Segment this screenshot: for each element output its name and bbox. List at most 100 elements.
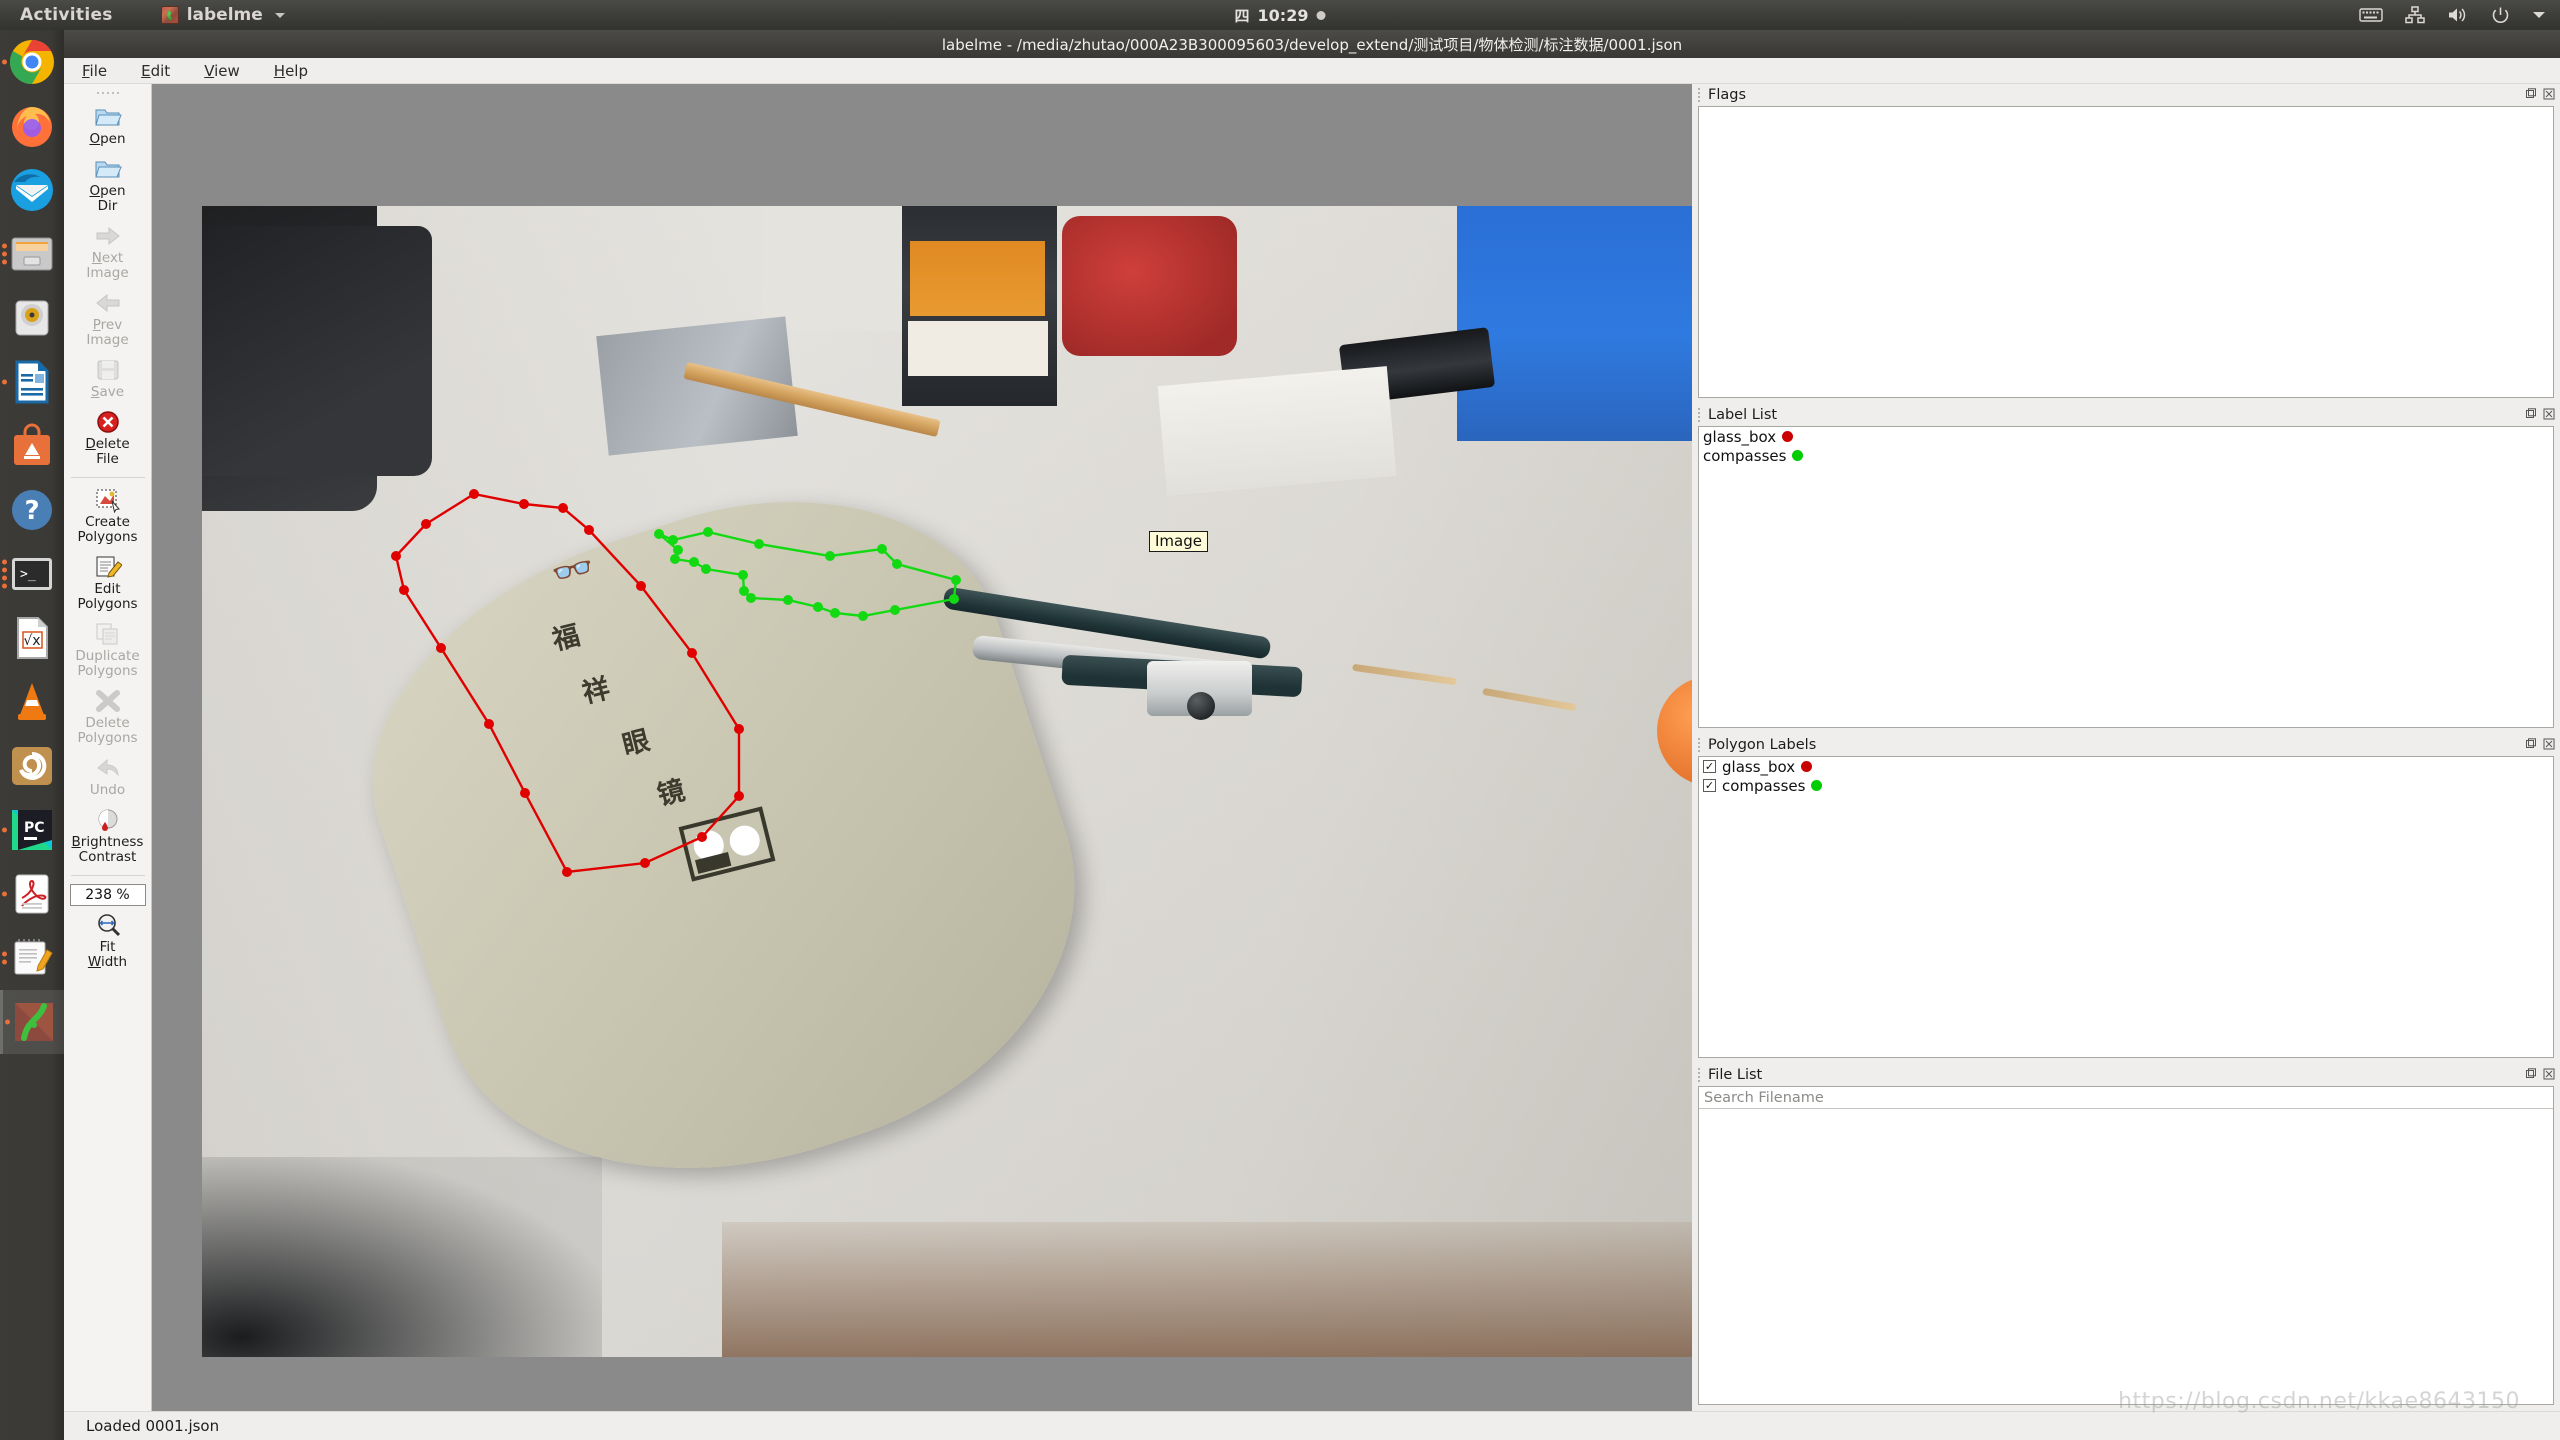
polygon-vertex[interactable] <box>877 544 887 554</box>
polygon-vertex[interactable] <box>399 585 409 595</box>
visibility-checkbox[interactable]: ✓ <box>1703 779 1716 792</box>
search-filename-input[interactable]: Search Filename <box>1699 1087 2553 1109</box>
polygon-vertex[interactable] <box>739 586 749 596</box>
polygon-vertex[interactable] <box>892 559 902 569</box>
float-icon[interactable] <box>2524 1067 2538 1081</box>
float-icon[interactable] <box>2524 407 2538 421</box>
panel-grip-icon[interactable] <box>1698 738 1704 752</box>
list-item[interactable]: ✓ glass_box <box>1699 757 2553 776</box>
polygon-vertex[interactable] <box>391 551 401 561</box>
polygon-vertex[interactable] <box>436 643 446 653</box>
polygon-vertex[interactable] <box>673 545 683 555</box>
polygon-vertex[interactable] <box>584 525 594 535</box>
polygon-vertex[interactable] <box>689 557 699 567</box>
activities-button[interactable]: Activities <box>20 5 113 25</box>
polygon-vertex[interactable] <box>670 554 680 564</box>
panel-grip-icon[interactable] <box>1698 408 1704 422</box>
tool-open-dir[interactable]: Open Dir <box>65 152 151 219</box>
close-icon[interactable] <box>2542 87 2556 101</box>
polygon-labels-list[interactable]: ✓ glass_box ✓ compasses <box>1698 756 2554 1058</box>
launcher-item-rhythmbox[interactable] <box>0 286 64 350</box>
polygon-vertex[interactable] <box>825 551 835 561</box>
keyboard-icon[interactable] <box>2359 7 2383 23</box>
tool-fit-width[interactable]: Fit Width <box>65 908 151 975</box>
launcher-item-libreoffice-math[interactable]: √x <box>0 606 64 670</box>
polygon-vertex[interactable] <box>668 535 678 545</box>
polygon-outline[interactable] <box>394 492 741 874</box>
polygon-vertex[interactable] <box>830 608 840 618</box>
canvas-scroll-region[interactable]: 👓 福 祥 眼 镜 Image <box>152 84 1692 1411</box>
launcher-item-terminal[interactable]: >_ <box>0 542 64 606</box>
polygon-vertex[interactable] <box>783 595 793 605</box>
polygon-vertex[interactable] <box>469 489 479 499</box>
launcher-item-text-editor[interactable] <box>0 926 64 990</box>
tool-brightness-contrast[interactable]: Brightness Contrast <box>65 803 151 870</box>
polygon-vertex[interactable] <box>701 564 711 574</box>
launcher-item-google-chrome[interactable] <box>0 30 64 94</box>
launcher-item-labelme[interactable] <box>0 990 64 1054</box>
menu-help[interactable]: Help <box>268 60 314 82</box>
launcher-item-thunderbird[interactable] <box>0 158 64 222</box>
polygon-vertex[interactable] <box>562 867 572 877</box>
network-icon[interactable] <box>2405 6 2425 24</box>
polygon-vertex[interactable] <box>519 499 529 509</box>
polygon-vertex[interactable] <box>687 648 697 658</box>
tool-open[interactable]: Open <box>65 100 151 152</box>
launcher-item-libreoffice-writer[interactable] <box>0 350 64 414</box>
tool-edit-polygons[interactable]: Edit Polygons <box>65 550 151 617</box>
list-item[interactable]: glass_box <box>1699 427 2553 446</box>
menu-view[interactable]: View <box>198 60 246 82</box>
tool-delete-file[interactable]: Delete File <box>65 405 151 472</box>
polygon-vertex[interactable] <box>754 539 764 549</box>
float-icon[interactable] <box>2524 87 2538 101</box>
launcher-item-firefox[interactable] <box>0 94 64 158</box>
list-item[interactable]: compasses <box>1699 446 2553 465</box>
polygon-vertex[interactable] <box>949 594 959 604</box>
label-list[interactable]: glass_box compasses <box>1698 426 2554 728</box>
tool-create-polygons[interactable]: Create Polygons <box>65 483 151 550</box>
app-menu[interactable]: labelme <box>160 5 285 25</box>
polygon-vertex[interactable] <box>484 719 494 729</box>
list-item[interactable]: ✓ compasses <box>1699 776 2553 795</box>
polygon-outline[interactable] <box>658 530 958 618</box>
launcher-item-ubuntu-software[interactable] <box>0 414 64 478</box>
polygon-vertex[interactable] <box>421 519 431 529</box>
polygon-vertex[interactable] <box>703 527 713 537</box>
polygon-vertex[interactable] <box>890 605 900 615</box>
polygon-vertex[interactable] <box>734 724 744 734</box>
clock-indicator[interactable]: 四 10:29 <box>1235 5 1326 26</box>
polygon-vertex[interactable] <box>520 788 530 798</box>
polygon-shape-compasses[interactable] <box>654 527 961 621</box>
chevron-down-icon[interactable] <box>2532 10 2546 20</box>
toolbar-grip[interactable] <box>88 88 128 98</box>
launcher-item-help[interactable]: ? <box>0 478 64 542</box>
polygon-vertex[interactable] <box>558 503 568 513</box>
polygon-shape-glass_box[interactable] <box>391 489 744 877</box>
polygon-vertex[interactable] <box>858 611 868 621</box>
power-icon[interactable] <box>2491 6 2510 25</box>
close-icon[interactable] <box>2542 1067 2556 1081</box>
visibility-checkbox[interactable]: ✓ <box>1703 760 1716 773</box>
annotated-image[interactable]: 👓 福 祥 眼 镜 Image <box>202 206 1692 1357</box>
file-list-body[interactable]: Search Filename <box>1698 1086 2554 1405</box>
volume-icon[interactable] <box>2447 6 2469 24</box>
close-icon[interactable] <box>2542 407 2556 421</box>
menu-file[interactable]: File <box>76 60 113 82</box>
polygon-vertex[interactable] <box>951 575 961 585</box>
float-icon[interactable] <box>2524 737 2538 751</box>
polygon-vertex[interactable] <box>734 791 744 801</box>
launcher-item-gimp-spiral[interactable] <box>0 734 64 798</box>
menu-edit[interactable]: Edit <box>135 60 176 82</box>
panel-grip-icon[interactable] <box>1698 1068 1704 1082</box>
flags-list[interactable] <box>1698 106 2554 398</box>
polygon-vertex[interactable] <box>813 602 823 612</box>
polygon-vertex[interactable] <box>640 858 650 868</box>
launcher-item-vlc[interactable] <box>0 670 64 734</box>
close-icon[interactable] <box>2542 737 2556 751</box>
polygon-vertex[interactable] <box>654 529 664 539</box>
zoom-level-input[interactable]: 238 % <box>69 884 146 906</box>
polygon-annotation-overlay[interactable] <box>202 206 1692 1357</box>
polygon-vertex[interactable] <box>738 570 748 580</box>
panel-grip-icon[interactable] <box>1698 88 1704 102</box>
launcher-item-pycharm[interactable]: PC <box>0 798 64 862</box>
